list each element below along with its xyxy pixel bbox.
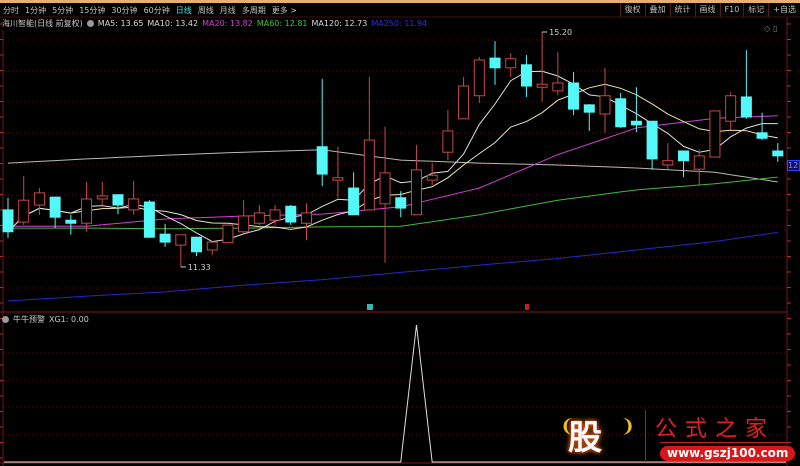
candle-down [159,233,171,243]
candle-up [662,160,674,166]
candle-up [505,58,517,69]
ma250-line [7,231,778,302]
candle-up [238,215,250,233]
candle-up [253,212,265,224]
horn-icon: ❩ [620,416,636,437]
candle-up [269,209,281,221]
candle-up [458,85,470,120]
watermark-logo: ❨ 股 ❩ 公式之家 www.gszj100.com [560,408,796,464]
indicator-title: 牛牛预警 [13,315,45,324]
candle-up [18,199,30,223]
watermark-title: 公式之家 [655,417,776,442]
candle-down [740,96,752,118]
candle-up [536,83,548,88]
candle-up [599,95,611,115]
ma10-line [7,83,778,233]
event-marker-icon [525,304,529,310]
candle-up [363,139,375,211]
candle-down [285,205,297,223]
indicator-legend: 牛牛预警 XG1: 0.00 [2,314,89,325]
candle-down [568,82,580,110]
candle-down [646,120,658,160]
candle-down [630,120,642,126]
candle-up [33,192,45,206]
candle-down [191,236,203,253]
candle-up [552,82,564,92]
ma120-line [7,149,778,183]
candle-up [693,155,705,170]
indicator-value: XG1: 0.00 [49,315,89,324]
extreme-label: 15.20 [549,28,572,37]
watermark-underline [660,442,790,443]
candle-up [81,198,93,224]
candle-down [65,219,77,224]
candle-down [583,104,595,113]
candle-down [316,146,328,175]
ma5-line [7,70,778,243]
candle-up [206,241,218,251]
candle-up [442,130,454,153]
candle-up [175,234,187,246]
watermark-url: www.gszj100.com [660,446,796,461]
candle-down [615,98,627,128]
candle-up [426,174,438,181]
candle-up [96,195,108,200]
candle-down [2,209,14,233]
watermark-divider [645,410,646,462]
ma20-line [8,115,778,227]
candle-up [410,169,422,216]
extreme-label: 11.33 [188,263,211,272]
watermark-glyph: 股 [568,418,602,458]
indicator-settings-icon[interactable] [2,316,9,323]
kline-chart[interactable]: 15.20 11.33 [0,0,800,466]
candle-down [520,64,532,87]
candle-down [395,197,407,209]
candle-up [300,212,312,224]
event-marker-icon [367,304,373,310]
candle-up [709,110,721,158]
candle-down [489,57,501,69]
candle-up [222,224,234,244]
candle-down [49,196,61,218]
candle-up [379,172,391,205]
candle-down [112,194,124,206]
candle-down [348,187,360,216]
candle-down [678,150,690,162]
candle-up [332,177,344,181]
candle-up [725,95,737,122]
candle-up [473,59,485,97]
candle-down [143,201,155,238]
candle-down [772,150,784,157]
candle-up [128,198,140,211]
current-price-tag: 12. [787,160,800,171]
candle-down [756,132,768,139]
